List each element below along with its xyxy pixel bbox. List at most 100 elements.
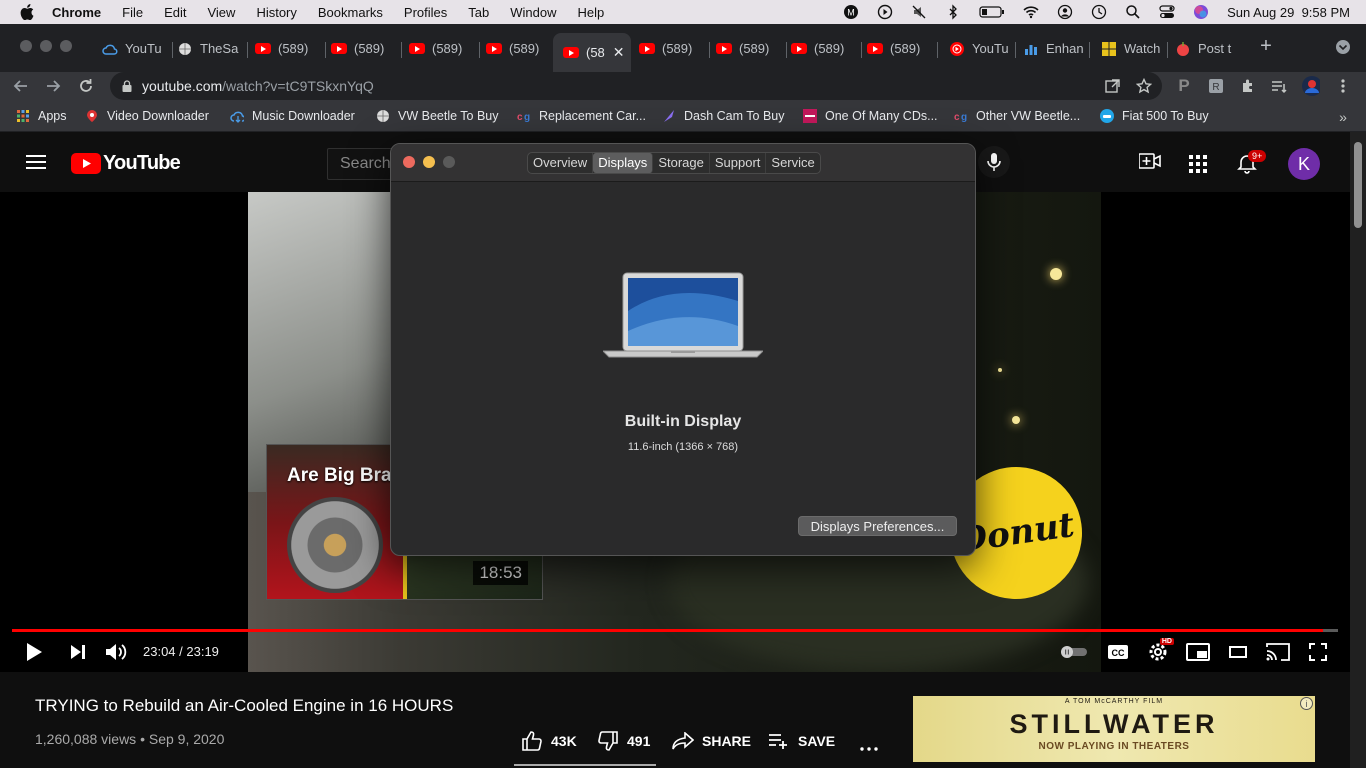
menu-window[interactable]: Window [510,5,556,20]
tab[interactable]: Watch [1097,33,1165,64]
open-in-app-icon[interactable] [1103,77,1121,95]
tab-storage[interactable]: Storage [653,153,710,173]
dislike-button[interactable]: 491 [597,731,650,751]
tab[interactable]: YouTu [98,33,170,64]
tab[interactable]: (589) [712,33,784,64]
user-account-icon[interactable] [1057,4,1073,20]
menu-history[interactable]: History [256,5,296,20]
menu-app-name[interactable]: Chrome [52,5,101,20]
profile-avatar-icon[interactable] [1302,76,1320,96]
ad-info-icon[interactable]: i [1300,697,1313,710]
tab[interactable]: TheSa [173,33,245,64]
cast-icon[interactable] [1266,640,1290,664]
volume-icon[interactable] [105,640,129,664]
bookmark-item[interactable]: c g Replacement Car... [517,109,646,123]
tab-displays[interactable]: Displays [593,153,654,173]
hamburger-menu-icon[interactable] [26,154,46,170]
apple-menu-icon[interactable] [20,4,34,20]
account-avatar[interactable]: K [1288,148,1320,180]
menu-file[interactable]: File [122,5,143,20]
puzzle-extensions-icon[interactable] [1239,77,1257,95]
window-close-button[interactable] [20,40,32,52]
tab[interactable]: Enhan [1019,33,1087,64]
tab-support[interactable]: Support [710,153,767,173]
menu-edit[interactable]: Edit [164,5,186,20]
about-close-button[interactable] [403,156,415,168]
stillwater-ad-banner[interactable]: A TOM McCARTHY FILM STILLWATER NOW PLAYI… [913,696,1315,762]
settings-gear-icon[interactable]: HD [1146,638,1174,664]
share-button[interactable]: SHARE [672,731,751,751]
new-tab-icon[interactable]: + [1257,35,1275,57]
bluetooth-icon[interactable] [945,4,961,20]
tab[interactable]: (589) [251,33,323,64]
tab[interactable]: Post t [1171,33,1239,64]
mute-icon[interactable] [911,4,927,20]
subtitles-cc-icon[interactable]: CC [1106,640,1130,664]
bookmark-item[interactable]: One Of Many CDs... [803,109,938,123]
bookmark-item[interactable]: Video Downloader [85,109,209,123]
menu-view[interactable]: View [207,5,235,20]
reload-icon[interactable] [77,77,95,95]
window-zoom-button[interactable] [60,40,72,52]
miniplayer-icon[interactable] [1186,640,1210,664]
tab[interactable]: (589) [327,33,399,64]
menu-profiles[interactable]: Profiles [404,5,447,20]
menu-help[interactable]: Help [578,5,605,20]
wifi-icon[interactable] [1023,4,1039,20]
address-bar[interactable]: youtube.com/watch?v=tC9TSkxnYqQ [110,72,1162,100]
play-circle-icon[interactable] [877,4,893,20]
tab[interactable]: (589) [635,33,707,64]
about-minimize-button[interactable] [423,156,435,168]
apps-grid-icon[interactable] [1189,155,1207,178]
pinterest-extension-icon[interactable]: P [1175,76,1193,95]
tab-overview[interactable]: Overview [528,153,594,173]
create-video-icon[interactable] [1138,153,1161,174]
bookmark-star-icon[interactable] [1135,77,1153,95]
chrome-menu-icon[interactable] [1334,77,1352,95]
back-icon[interactable] [12,77,30,95]
extension-icon[interactable]: R [1207,77,1225,95]
next-video-icon[interactable] [66,640,90,664]
lock-icon[interactable] [122,80,132,92]
tab[interactable]: YouTu [945,33,1013,64]
tab[interactable]: (589) [482,33,554,64]
tab[interactable]: (589) [405,33,477,64]
siri-icon[interactable] [1193,4,1209,20]
tab-active[interactable]: (58 ✕ [553,33,631,72]
spotlight-search-icon[interactable] [1125,4,1141,20]
malwarebytes-icon[interactable]: M [843,4,859,20]
voice-search-icon[interactable] [978,146,1010,178]
more-bookmarks-icon[interactable]: » [1334,108,1352,126]
save-button[interactable]: SAVE [768,731,835,751]
bookmark-item[interactable]: Music Downloader [230,109,355,123]
control-center-icon[interactable] [1159,4,1175,20]
youtube-logo[interactable]: YouTube [71,152,181,175]
fullscreen-icon[interactable] [1306,640,1330,664]
play-icon[interactable] [22,640,46,664]
menu-tab[interactable]: Tab [468,5,489,20]
tab[interactable]: (589) [787,33,859,64]
tab-service[interactable]: Service [766,153,819,173]
displays-preferences-button[interactable]: Displays Preferences... [798,516,957,536]
battery-icon[interactable] [979,4,1005,20]
page-scrollbar[interactable] [1350,132,1366,768]
theater-mode-icon[interactable] [1226,640,1250,664]
bookmark-item[interactable]: Apps [16,109,67,123]
bookmark-item[interactable]: Fiat 500 To Buy [1100,109,1209,123]
bookmark-item[interactable]: c g Other VW Beetle... [954,109,1080,123]
menubar-clock[interactable]: Sun Aug 29 9:58 PM [1227,5,1350,20]
window-minimize-button[interactable] [40,40,52,52]
tab-close-icon[interactable]: ✕ [613,44,625,61]
more-actions-icon[interactable] [860,738,878,756]
tab-search-icon[interactable] [1334,38,1352,56]
tab[interactable]: (589) [863,33,935,64]
forward-icon[interactable] [44,77,62,95]
like-button[interactable]: 43K [521,731,577,751]
bookmark-item[interactable]: Dash Cam To Buy [662,109,785,123]
menu-bookmarks[interactable]: Bookmarks [318,5,383,20]
bookmark-item[interactable]: VW Beetle To Buy [376,109,499,123]
reading-list-icon[interactable] [1270,77,1288,95]
autoplay-toggle[interactable] [1060,640,1088,664]
time-machine-icon[interactable] [1091,4,1107,20]
scrollbar-thumb[interactable] [1354,142,1362,228]
